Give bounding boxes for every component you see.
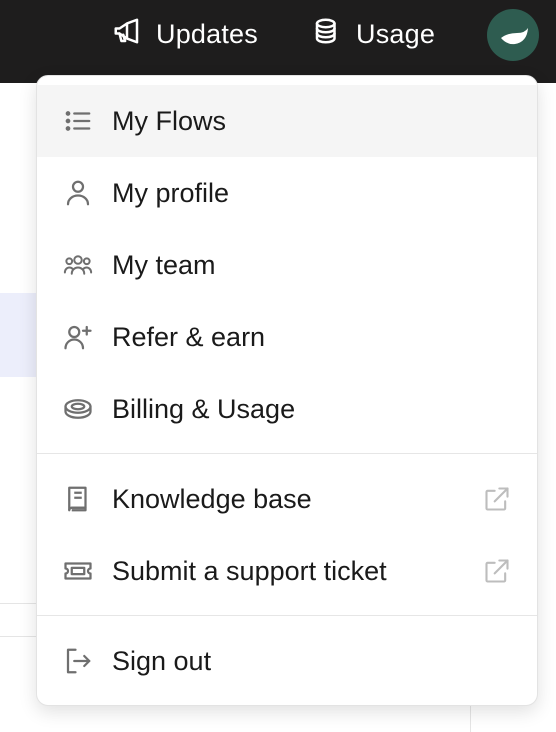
menu-divider <box>37 615 537 616</box>
usage-nav-button[interactable]: Usage <box>312 16 435 52</box>
external-link-icon <box>483 557 511 585</box>
menu-item-label: My profile <box>112 178 230 208</box>
menu-item-my-profile[interactable]: My profile <box>37 157 537 229</box>
megaphone-icon <box>112 16 142 53</box>
menu-item-submit-support-ticket[interactable]: Submit a support ticket <box>37 535 537 607</box>
list-icon <box>63 106 93 136</box>
menu-item-my-team[interactable]: My team <box>37 229 537 301</box>
coins-stack-icon <box>312 16 342 53</box>
menu-item-label: Submit a support ticket <box>112 556 387 586</box>
coin-icon <box>63 394 93 424</box>
menu-item-label: My team <box>112 250 216 280</box>
user-icon <box>63 178 93 208</box>
updates-label: Updates <box>156 18 258 49</box>
external-link-icon <box>483 485 511 513</box>
user-plus-icon <box>63 322 93 352</box>
account-dropdown-menu: My Flows My profile My team Refer & earn… <box>36 75 538 706</box>
top-navigation-bar: Updates Usage <box>0 0 556 83</box>
menu-item-my-flows[interactable]: My Flows <box>37 85 537 157</box>
menu-item-refer-and-earn[interactable]: Refer & earn <box>37 301 537 373</box>
menu-item-label: My Flows <box>112 106 226 136</box>
menu-item-sign-out[interactable]: Sign out <box>37 625 537 697</box>
background-selected-row <box>0 293 36 377</box>
menu-item-label: Knowledge base <box>112 484 312 514</box>
background-divider <box>0 603 36 604</box>
avatar-logo-icon <box>501 28 528 45</box>
updates-nav-button[interactable]: Updates <box>112 16 258 52</box>
sign-out-icon <box>63 646 93 676</box>
book-icon <box>63 484 93 514</box>
ticket-icon <box>63 556 93 586</box>
menu-divider <box>37 453 537 454</box>
menu-item-label: Sign out <box>112 646 212 676</box>
usage-label: Usage <box>356 18 436 49</box>
team-icon <box>63 250 93 280</box>
avatar[interactable] <box>487 9 539 61</box>
background-divider <box>0 636 36 637</box>
menu-item-billing-and-usage[interactable]: Billing & Usage <box>37 373 537 445</box>
menu-item-knowledge-base[interactable]: Knowledge base <box>37 463 537 535</box>
menu-item-label: Refer & earn <box>112 322 266 352</box>
menu-item-label: Billing & Usage <box>112 394 296 424</box>
